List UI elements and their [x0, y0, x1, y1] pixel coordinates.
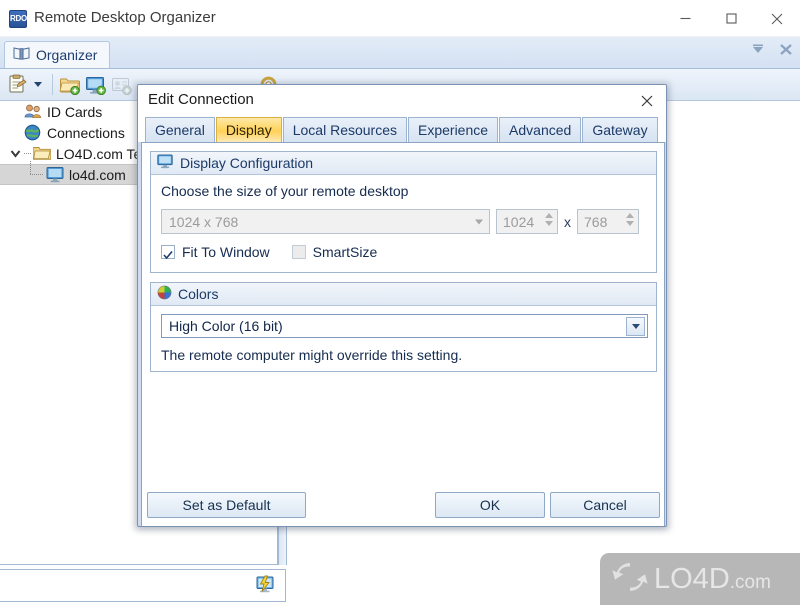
tree-item-label: Connections: [47, 124, 125, 141]
window-title: Remote Desktop Organizer: [34, 9, 216, 26]
height-spinner-value: 768: [584, 213, 608, 230]
smartsize-checkbox[interactable]: SmartSize: [291, 244, 378, 260]
dimension-separator-label: x: [564, 213, 571, 230]
tree-item-label: lo4d.com: [69, 166, 126, 183]
dialog-tabstrip: General Display Local Resources Experien…: [138, 117, 666, 142]
tree-expander-placeholder: [8, 126, 22, 140]
new-id-card-button[interactable]: [109, 72, 135, 97]
new-connection-button[interactable]: [83, 72, 109, 97]
tab-local-resources[interactable]: Local Resources: [282, 117, 407, 142]
edit-connection-dialog: Edit Connection General Display Local Re…: [137, 84, 667, 527]
colors-title: Colors: [178, 286, 219, 302]
display-configuration-body: Choose the size of your remote desktop 1…: [151, 175, 656, 269]
width-spinner-buttons[interactable]: [545, 213, 553, 226]
tab-experience[interactable]: Experience: [408, 117, 499, 142]
toolbar-group-edit: [5, 72, 44, 97]
globe-icon: [24, 124, 42, 141]
tab-gateway[interactable]: Gateway: [582, 117, 658, 142]
tab-organizer-label: Organizer: [36, 47, 98, 63]
height-spinner-buttons[interactable]: [626, 213, 634, 226]
close-ribbon-icon[interactable]: [778, 42, 794, 62]
book-icon: [13, 46, 30, 64]
dialog-title: Edit Connection: [148, 91, 254, 108]
colors-group: Colors High Color (16 bit) The remote co…: [150, 282, 657, 372]
check-icon: [163, 247, 173, 260]
remote-desktop-status-icon: [255, 575, 277, 595]
edit-properties-dropdown[interactable]: [31, 72, 44, 97]
dialog-close-icon[interactable]: [636, 90, 658, 111]
fit-to-window-label: Fit To Window: [182, 244, 270, 260]
height-spinner[interactable]: 768: [577, 209, 639, 234]
lo4d-arrows-icon: [610, 558, 650, 601]
tab-display[interactable]: Display: [215, 117, 282, 142]
resolution-row: 1024 x 768 1024 x 768: [161, 209, 646, 234]
display-tab-panel: Display Configuration Choose the size of…: [141, 142, 665, 526]
tab-organizer[interactable]: Organizer: [4, 41, 111, 68]
new-folder-button[interactable]: [57, 72, 83, 97]
watermark-text: LO4D.com: [654, 562, 771, 595]
tree-connector-line: [28, 160, 44, 182]
cancel-button[interactable]: Cancel: [550, 492, 660, 518]
width-spinner-value: 1024: [503, 213, 535, 230]
display-configuration-header: Display Configuration: [151, 152, 656, 175]
ribbon-controls: [750, 42, 794, 62]
window-controls: [662, 0, 800, 37]
dialog-titlebar: Edit Connection: [138, 85, 666, 117]
colors-header: Colors: [151, 283, 656, 306]
smartsize-label: SmartSize: [312, 244, 378, 260]
chevron-up-icon[interactable]: [545, 213, 553, 218]
resolution-prompt-label: Choose the size of your remote desktop: [161, 183, 409, 199]
tab-advanced[interactable]: Advanced: [499, 117, 582, 142]
tree-item-label: LO4D.com Te: [56, 145, 142, 162]
tree-connector-line: [24, 153, 31, 154]
lo4d-watermark: LO4D.com: [600, 553, 800, 605]
close-button[interactable]: [754, 0, 800, 37]
color-wheel-icon: [157, 285, 172, 303]
app-icon: RDO: [9, 10, 27, 28]
minimize-button[interactable]: [662, 0, 708, 37]
chevron-up-icon[interactable]: [626, 213, 634, 218]
checkbox-box[interactable]: [161, 245, 175, 260]
checkbox-box[interactable]: [291, 245, 306, 259]
collapse-ribbon-icon[interactable]: [750, 43, 766, 62]
monitor-icon: [46, 166, 64, 183]
toolbar-separator: [52, 74, 53, 95]
people-icon: [24, 103, 42, 120]
color-depth-value: High Color (16 bit): [169, 318, 283, 334]
set-as-default-button[interactable]: Set as Default: [147, 492, 306, 518]
tab-general[interactable]: General: [145, 117, 215, 142]
folder-icon: [32, 145, 52, 162]
resolution-select-value: 1024 x 768: [169, 213, 239, 230]
color-depth-dropdown-button[interactable]: [626, 317, 645, 336]
chevron-down-icon: [631, 324, 640, 329]
ribbon-tabstrip: Organizer: [0, 37, 800, 69]
chevron-down-icon[interactable]: [545, 221, 553, 226]
dialog-footer: Set as Default OK Cancel: [138, 483, 666, 526]
chevron-down-icon: [475, 219, 483, 224]
tree-expander-expanded[interactable]: [8, 147, 22, 161]
status-bar: [0, 569, 286, 602]
edit-properties-button[interactable]: [5, 72, 31, 97]
colors-body: High Color (16 bit) The remote computer …: [151, 306, 656, 372]
colors-note: The remote computer might override this …: [161, 347, 463, 363]
window-titlebar: RDO Remote Desktop Organizer: [0, 0, 800, 37]
ok-button[interactable]: OK: [435, 492, 545, 518]
toolbar-group-new: [48, 72, 135, 97]
display-configuration-group: Display Configuration Choose the size of…: [150, 151, 657, 273]
maximize-button[interactable]: [708, 0, 754, 37]
tree-expander-placeholder: [8, 105, 22, 119]
display-configuration-title: Display Configuration: [180, 155, 314, 171]
tree-item-label: ID Cards: [47, 103, 103, 120]
monitor-icon: [157, 154, 174, 172]
display-options-row: Fit To Window SmartSize: [161, 244, 646, 260]
fit-to-window-checkbox[interactable]: Fit To Window: [161, 244, 270, 260]
color-depth-select[interactable]: High Color (16 bit): [161, 314, 648, 338]
application-window: RDO Remote Desktop Organizer Organizer I…: [0, 0, 800, 605]
resolution-select[interactable]: 1024 x 768: [161, 209, 490, 234]
width-spinner[interactable]: 1024: [496, 209, 558, 234]
chevron-down-icon[interactable]: [626, 221, 634, 226]
